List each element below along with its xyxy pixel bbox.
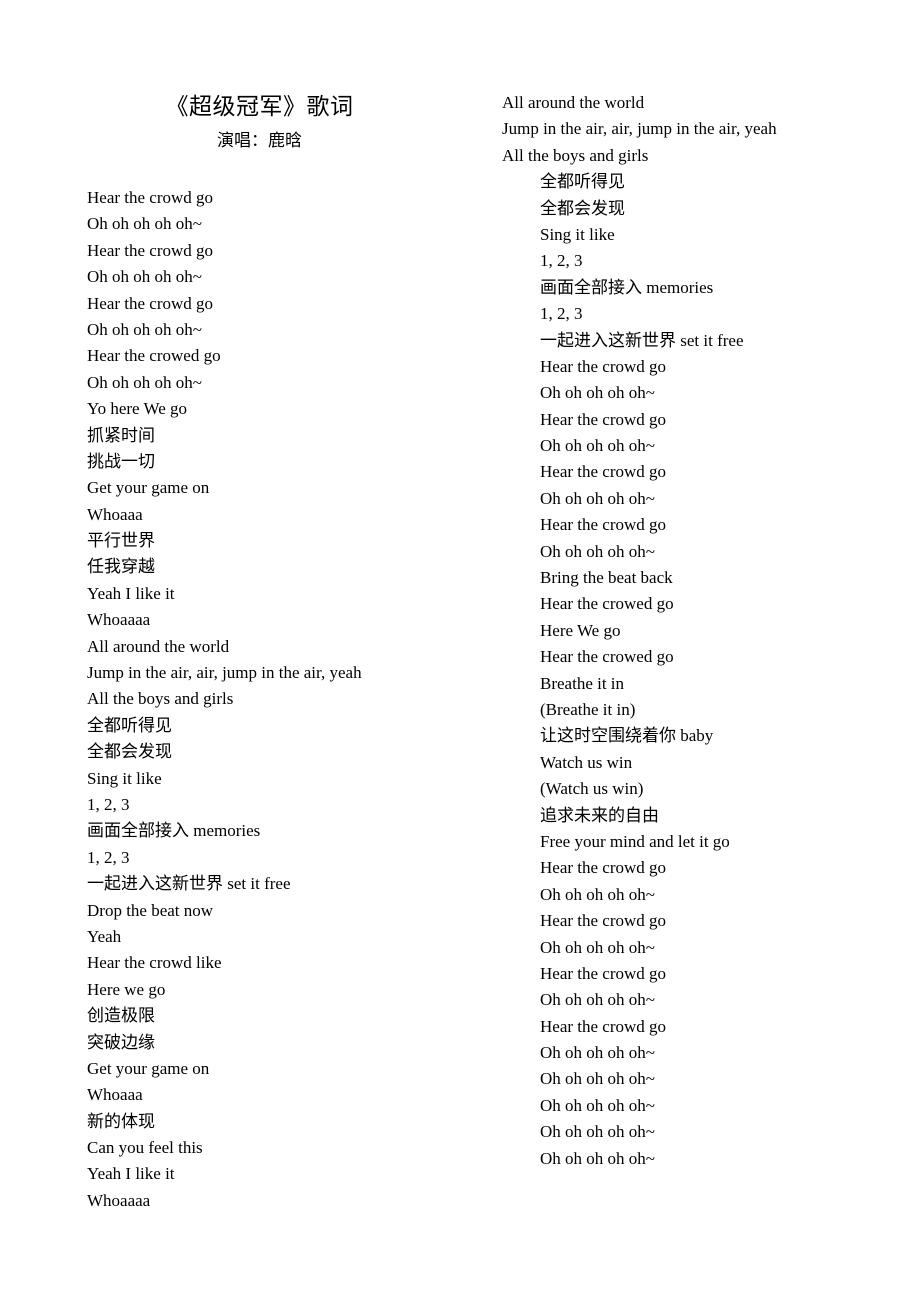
lyric-line: All the boys and girls: [87, 689, 234, 709]
lyric-line: Drop the beat now: [87, 900, 214, 920]
lyric-line: Oh oh oh oh oh~: [540, 1122, 655, 1142]
lyric-line: Yeah: [87, 926, 122, 946]
lyric-line: 新的体现: [87, 1111, 155, 1131]
document-page: 《超级冠军》歌词 演唱：鹿晗 Hear the crowd go Oh oh oh…: [0, 0, 920, 1302]
lyric-line: Oh oh oh oh oh~: [540, 1043, 655, 1063]
title-block: 《超级冠军》歌词 演唱：鹿晗: [87, 92, 432, 154]
lyric-line: Oh oh oh oh oh~: [540, 1069, 655, 1089]
lyric-line: Oh oh oh oh oh~: [87, 214, 202, 234]
lyric-line: Oh oh oh oh oh~: [540, 1148, 655, 1168]
lyric-line: Oh oh oh oh oh~: [540, 436, 655, 456]
lyric-line: Hear the crowed go: [540, 594, 674, 614]
lyric-line: Hear the crowd go: [540, 356, 667, 376]
lyric-line: 突破边缘: [87, 1032, 155, 1052]
lyric-line: 1, 2, 3: [540, 251, 583, 271]
lyric-line: Oh oh oh oh oh~: [540, 990, 655, 1010]
lyric-line: 一起进入这新世界 set it free: [540, 330, 744, 350]
lyric-line: 画面全部接入 memories: [87, 821, 261, 841]
lyric-line: Hear the crowd go: [540, 515, 667, 535]
lyric-line: Whoaaa: [87, 504, 143, 524]
lyric-line: Jump in the air, air, jump in the air, y…: [502, 119, 777, 139]
lyric-line: Oh oh oh oh oh~: [540, 541, 655, 561]
lyric-line: 全都听得见: [540, 172, 625, 192]
lyric-line: Hear the crowd go: [540, 1016, 667, 1036]
lyric-line: 任我穿越: [87, 557, 155, 577]
lyric-line: Oh oh oh oh oh~: [87, 372, 202, 392]
lyric-line: 让这时空围绕着你 baby: [540, 726, 714, 746]
lyric-line: (Breathe it in): [540, 699, 636, 719]
lyric-line: All around the world: [87, 636, 230, 656]
lyric-line: Hear the crowd go: [540, 409, 667, 429]
lyric-line: All the boys and girls: [502, 145, 649, 165]
lyric-line: 画面全部接入 memories: [540, 277, 714, 297]
lyric-line: Hear the crowed go: [540, 647, 674, 667]
lyric-line: Whoaaa: [87, 1085, 143, 1105]
lyric-line: Hear the crowd go: [87, 188, 214, 207]
lyric-line: All around the world: [502, 93, 645, 112]
lyric-line: Yeah I like it: [87, 1164, 175, 1184]
page-subtitle-artist: 演唱：鹿晗: [217, 131, 302, 150]
lyric-line: Yo here We go: [87, 399, 187, 419]
lyric-line: Oh oh oh oh oh~: [87, 319, 202, 339]
page-title: 《超级冠军》歌词: [165, 94, 354, 119]
lyric-line: Oh oh oh oh oh~: [540, 884, 655, 904]
lyric-line: Hear the crowd go: [87, 293, 214, 313]
lyric-line: 创造极限: [87, 1006, 155, 1026]
lyric-line: 1, 2, 3: [540, 304, 583, 324]
lyric-line: Whoaaaa: [87, 1190, 151, 1210]
lyric-line: 平行世界: [87, 531, 155, 551]
lyric-line: 一起进入这新世界 set it free: [87, 874, 291, 894]
lyric-line: Oh oh oh oh oh~: [540, 937, 655, 957]
lyric-line: Hear the crowed go: [87, 346, 221, 366]
lyric-line: Hear the crowd go: [540, 462, 667, 482]
lyric-line: 全都听得见: [87, 715, 172, 735]
lyric-line: 抓紧时间: [87, 425, 155, 445]
lyric-line: Sing it like: [87, 768, 162, 788]
lyric-line: Jump in the air, air, jump in the air, y…: [87, 663, 362, 683]
lyric-line: Watch us win: [540, 752, 633, 772]
lyric-line: Bring the beat back: [540, 568, 673, 588]
lyric-line: Hear the crowd like: [87, 953, 222, 973]
lyric-line: Get your game on: [87, 1058, 210, 1078]
lyric-line: 全都会发现: [87, 742, 172, 762]
lyric-line: Oh oh oh oh oh~: [540, 1095, 655, 1115]
lyric-line: Here We go: [540, 620, 621, 640]
lyric-line: Hear the crowd go: [540, 858, 667, 878]
lyric-line: (Watch us win): [540, 779, 644, 799]
lyric-line: Here we go: [87, 979, 166, 999]
lyric-line: Hear the crowd go: [87, 240, 214, 260]
lyric-line: Free your mind and let it go: [540, 831, 730, 851]
lyric-line: Yeah I like it: [87, 583, 175, 603]
lyric-line: Breathe it in: [540, 673, 625, 693]
lyrics-column-right: All around the world Jump in the air, air…: [502, 90, 902, 1172]
lyric-line: 1, 2, 3: [87, 847, 130, 867]
lyric-line: Oh oh oh oh oh~: [87, 267, 202, 287]
lyric-line: Can you feel this: [87, 1138, 203, 1158]
lyric-line: Oh oh oh oh oh~: [540, 383, 655, 403]
lyric-line: Get your game on: [87, 478, 210, 498]
lyric-line: 挑战一切: [87, 451, 155, 471]
lyric-line: Hear the crowd go: [540, 911, 667, 931]
lyric-line: Sing it like: [540, 224, 615, 244]
lyric-line: 追求未来的自由: [540, 805, 659, 825]
lyric-line: 全都会发现: [540, 198, 625, 218]
lyric-line: Hear the crowd go: [540, 963, 667, 983]
lyric-line: 1, 2, 3: [87, 794, 130, 814]
lyric-line: Whoaaaa: [87, 610, 151, 630]
lyric-line: Oh oh oh oh oh~: [540, 488, 655, 508]
lyrics-column-left: Hear the crowd go Oh oh oh oh oh~ Hear the…: [87, 185, 487, 1214]
